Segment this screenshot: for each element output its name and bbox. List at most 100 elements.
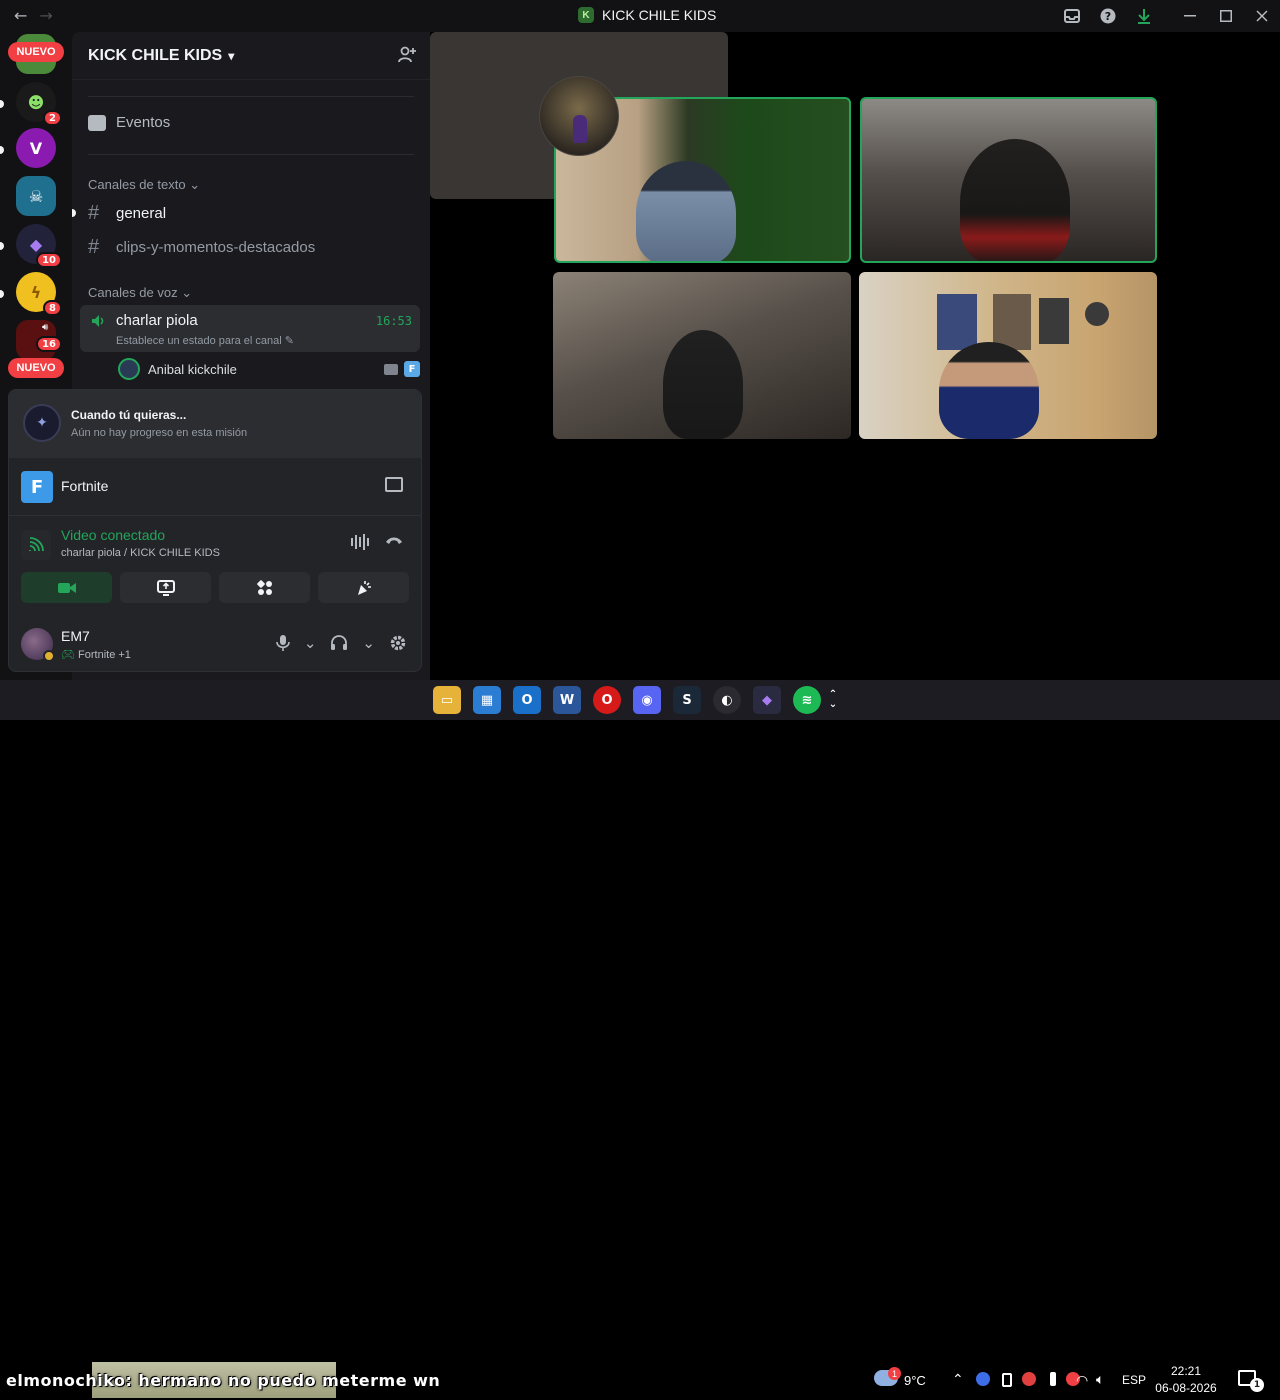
word-icon[interactable]: W xyxy=(553,686,581,714)
stream-chat-caption: elmonochiko: hermano no puedo meterme wn xyxy=(6,1370,441,1390)
clock[interactable]: 22:21 06-08-2026 xyxy=(1150,1363,1222,1397)
divider xyxy=(88,154,414,155)
status-placeholder: Establece un estado para el canal xyxy=(116,335,282,347)
activity-name: Fortnite xyxy=(61,478,109,494)
steam-icon[interactable]: S xyxy=(673,686,701,714)
server-joker[interactable]: ☻ 2 xyxy=(16,82,62,126)
chevron-down-icon: ⌄ xyxy=(181,285,193,300)
headphones-icon[interactable] xyxy=(330,634,348,656)
quest-icon: ✦ xyxy=(23,404,61,442)
video-tile[interactable] xyxy=(860,97,1157,263)
minimize-icon[interactable] xyxy=(1172,0,1208,32)
back-arrow-icon[interactable]: ← xyxy=(14,6,27,25)
usb-icon[interactable] xyxy=(1050,1372,1056,1386)
pencil-icon: ✎ xyxy=(284,335,295,347)
file-explorer-icon[interactable]: ▭ xyxy=(433,686,461,714)
server-v[interactable]: V xyxy=(16,128,56,168)
camera-button[interactable] xyxy=(21,572,112,603)
close-icon[interactable] xyxy=(1244,0,1280,32)
category-label: Canales de texto xyxy=(88,177,186,192)
channel-clips[interactable]: # clips-y-momentos-destacados xyxy=(88,236,315,259)
activities-button[interactable] xyxy=(219,572,310,603)
store-icon[interactable]: ▦ xyxy=(473,686,501,714)
channel-general[interactable]: # general xyxy=(88,202,166,225)
svg-text:?: ? xyxy=(1105,10,1111,23)
maximize-icon[interactable] xyxy=(1208,0,1244,32)
hash-icon: # xyxy=(88,202,100,224)
temperature[interactable]: 9°C xyxy=(904,1373,926,1388)
avatar xyxy=(118,358,140,380)
dartboard xyxy=(1085,302,1109,326)
connection-subtitle[interactable]: charlar piola / KICK CHILE KIDS xyxy=(61,547,220,559)
fortnite-icon: F xyxy=(404,361,420,377)
server-diamond[interactable]: ◆ 10 xyxy=(16,224,62,268)
chevron-down-icon[interactable]: ⌄ xyxy=(362,634,375,656)
quest-subtitle: Aún no hay progreso en esta misión xyxy=(71,427,248,439)
spotify-icon[interactable]: ≋ xyxy=(793,686,821,714)
taskbar-scroll-icon[interactable]: ⌃ ⌄ xyxy=(826,686,840,714)
channel-label: general xyxy=(116,205,167,222)
calendar-icon xyxy=(88,114,106,131)
inbox-icon[interactable] xyxy=(1054,0,1090,32)
tray-record-icon[interactable] xyxy=(1022,1372,1036,1386)
tray-app-icon[interactable] xyxy=(976,1372,990,1386)
download-icon[interactable] xyxy=(1126,0,1162,32)
app-diamond-icon[interactable]: ◆ xyxy=(753,686,781,714)
video-tile[interactable] xyxy=(859,272,1157,439)
forward-arrow-icon[interactable]: → xyxy=(39,6,52,25)
unread-pill xyxy=(0,146,4,154)
poster xyxy=(1039,298,1069,344)
avatar[interactable] xyxy=(21,628,55,662)
new-badge: NUEVO xyxy=(8,358,64,378)
notifications-icon[interactable]: 1 xyxy=(1238,1370,1264,1392)
video-stage xyxy=(430,32,1280,680)
quest-card[interactable]: ✦ Cuando tú quieras... Aún no hay progre… xyxy=(9,390,421,458)
category-voice-channels[interactable]: Canales de voz ⌄ xyxy=(88,285,192,301)
user-activity: 🎮︎ Fortnite +1 xyxy=(61,648,131,661)
discord-taskbar-icon[interactable]: ◉ xyxy=(633,686,661,714)
settings-gear-icon[interactable] xyxy=(389,634,407,656)
soundboard-button[interactable] xyxy=(318,572,409,603)
guild-header[interactable]: KICK CHILE KIDS ▾ xyxy=(72,32,430,80)
voice-speaker-icon: 🔊︎ xyxy=(42,322,49,333)
server-skull[interactable]: ☠ xyxy=(16,176,56,216)
category-text-channels[interactable]: Canales de texto ⌄ xyxy=(88,177,200,193)
server-red[interactable]: 16 xyxy=(16,320,62,360)
voice-controls xyxy=(21,572,409,603)
weather-badge: 1 xyxy=(888,1367,901,1380)
volume-icon[interactable]: 🔈︎ xyxy=(1096,1371,1104,1388)
disconnect-icon[interactable] xyxy=(385,533,403,549)
screen-share-button[interactable] xyxy=(120,572,211,603)
username[interactable]: EM7 xyxy=(61,628,90,644)
connection-title: Video conectado xyxy=(61,527,166,543)
outlook-icon[interactable]: O xyxy=(513,686,541,714)
chevron-down-icon[interactable]: ⌄ xyxy=(304,634,317,656)
events-link[interactable]: Eventos xyxy=(88,114,170,131)
poster xyxy=(937,294,977,350)
voice-member[interactable]: Anibal kickchile xyxy=(118,358,237,380)
hash-icon: # xyxy=(88,236,100,258)
browser-icon[interactable]: ◐ xyxy=(713,686,741,714)
tray-phone-icon[interactable] xyxy=(1002,1373,1012,1387)
unread-indicator xyxy=(72,209,76,217)
opera-icon[interactable]: O xyxy=(593,686,621,714)
server-pikachu[interactable]: ϟ 8 xyxy=(16,272,62,316)
microphone-icon[interactable] xyxy=(276,634,290,656)
chevron-up-icon[interactable]: ⌃ xyxy=(952,1371,964,1388)
participant-video xyxy=(663,330,743,439)
language-indicator[interactable]: ESP xyxy=(1122,1373,1146,1387)
participant-video xyxy=(939,342,1039,439)
invite-user-icon[interactable] xyxy=(398,46,416,69)
video-tile[interactable] xyxy=(553,272,851,439)
title-bar: ← → K KICK CHILE KIDS ? xyxy=(0,0,1280,32)
help-icon[interactable]: ? xyxy=(1090,0,1126,32)
wifi-icon[interactable]: ◠ xyxy=(1076,1372,1088,1389)
noise-suppression-icon[interactable] xyxy=(351,534,369,550)
unread-pill xyxy=(0,290,4,298)
voice-channel-charlar-piola[interactable]: charlar piola 16:53 Establece un estado … xyxy=(80,305,420,352)
mention-badge: 10 xyxy=(36,252,62,268)
channel-status-input[interactable]: Establece un estado para el canal ✎ xyxy=(116,334,294,347)
voice-member-name: Anibal kickchile xyxy=(148,361,237,377)
share-screen-icon[interactable] xyxy=(385,477,403,492)
guild-name: KICK CHILE KIDS xyxy=(88,46,223,64)
